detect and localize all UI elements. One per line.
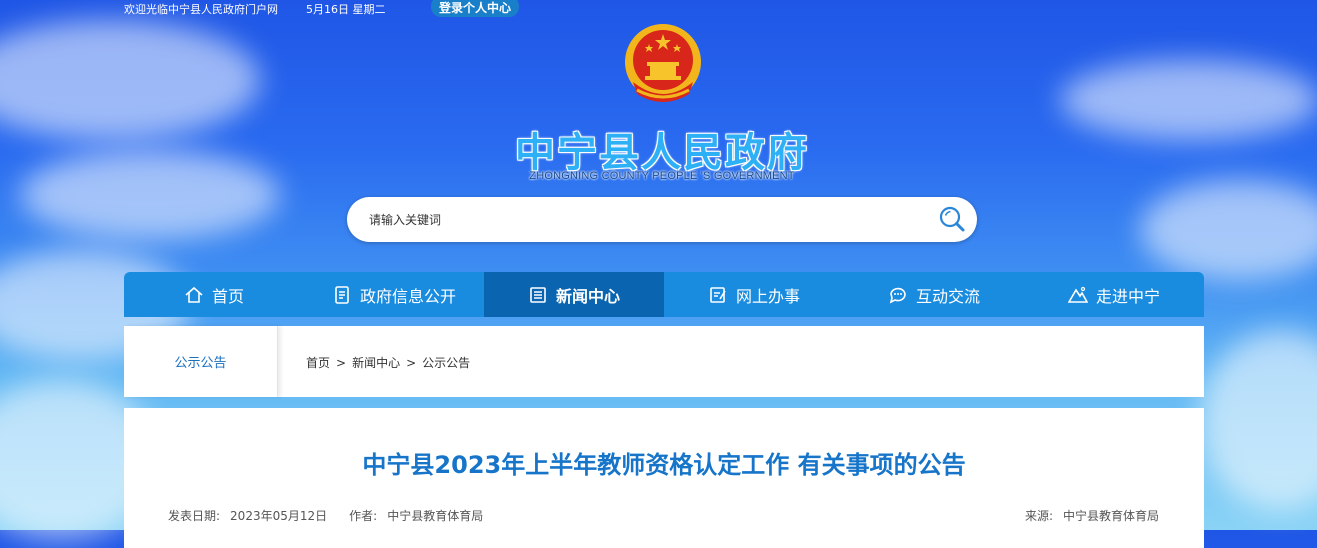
nav-item-interaction[interactable]: 互动交流	[844, 272, 1024, 317]
article-title: 中宁县2023年上半年教师资格认定工作 有关事项的公告	[362, 451, 966, 479]
source-label: 来源:	[1024, 509, 1053, 523]
chat-icon	[889, 287, 906, 303]
article-panel: 中宁县2023年上半年教师资格认定工作 有关事项的公告 发表日期: 2023年05…	[124, 408, 1204, 548]
breadcrumb: 首页 > 新闻中心 > 公示公告	[306, 354, 470, 371]
news-icon	[530, 286, 546, 303]
background-cloud	[1200, 330, 1317, 510]
date-label: 发表日期:	[168, 509, 221, 523]
site-subtitle: ZHONGNING COUNTY PEOPLE 'S GOVERNMENT	[529, 170, 795, 182]
nav-item-home[interactable]: 首页	[124, 272, 304, 317]
search-input[interactable]	[367, 209, 911, 231]
background-cloud	[20, 150, 280, 240]
login-button[interactable]: 登录个人中心	[431, 0, 520, 17]
background-cloud	[1140, 180, 1317, 280]
background-cloud	[1060, 60, 1317, 140]
article-meta-left: 发表日期: 2023年05月12日 作者: 中宁县教育体育局	[168, 507, 483, 524]
nav-item-about[interactable]: 走进中宁	[1024, 272, 1204, 317]
nav-item-gov-info[interactable]: 政府信息公开	[304, 272, 484, 317]
source-value: 中宁县教育体育局	[1062, 509, 1159, 523]
section-title: 公示公告	[124, 326, 278, 397]
welcome-text: 欢迎光临中宁县人民政府门户网	[124, 3, 278, 16]
breadcrumb-home-link[interactable]: 首页	[306, 356, 330, 370]
breadcrumb-panel: 公示公告 首页 > 新闻中心 > 公示公告	[124, 326, 1204, 397]
mountain-icon	[1067, 286, 1088, 303]
nav-item-label: 首页	[211, 286, 244, 306]
breadcrumb-separator: >	[406, 356, 417, 370]
article-meta-right: 来源: 中宁县教育体育局	[1025, 507, 1159, 524]
search-icon[interactable]	[938, 205, 966, 233]
author-label: 作者:	[349, 509, 378, 523]
search-bar	[347, 197, 977, 242]
national-emblem-icon	[625, 24, 701, 102]
nav-item-label: 政府信息公开	[359, 286, 456, 306]
edit-doc-icon	[710, 286, 726, 303]
main-nav: 首页 政府信息公开 新闻中心 网上办事 互动交流 走进中宁	[124, 272, 1204, 317]
nav-item-news[interactable]: 新闻中心	[484, 272, 664, 317]
author-value: 中宁县教育体育局	[387, 509, 484, 523]
document-icon	[335, 285, 349, 304]
home-icon	[185, 286, 203, 303]
breadcrumb-separator: >	[336, 356, 347, 370]
breadcrumb-current-link[interactable]: 公示公告	[422, 356, 470, 370]
top-bar: 欢迎光临中宁县人民政府门户网 5月16日 星期二 登录个人中心	[0, 0, 1317, 18]
nav-item-online-services[interactable]: 网上办事	[664, 272, 844, 317]
nav-item-label: 走进中宁	[1095, 286, 1160, 306]
nav-item-label: 互动交流	[915, 286, 980, 306]
nav-item-label: 网上办事	[735, 286, 800, 306]
breadcrumb-news-link[interactable]: 新闻中心	[352, 356, 400, 370]
nav-item-label: 新闻中心	[555, 286, 620, 306]
publish-date: 2023年05月12日	[230, 509, 328, 523]
background-cloud	[0, 20, 260, 140]
date-text: 5月16日 星期二	[306, 3, 386, 16]
